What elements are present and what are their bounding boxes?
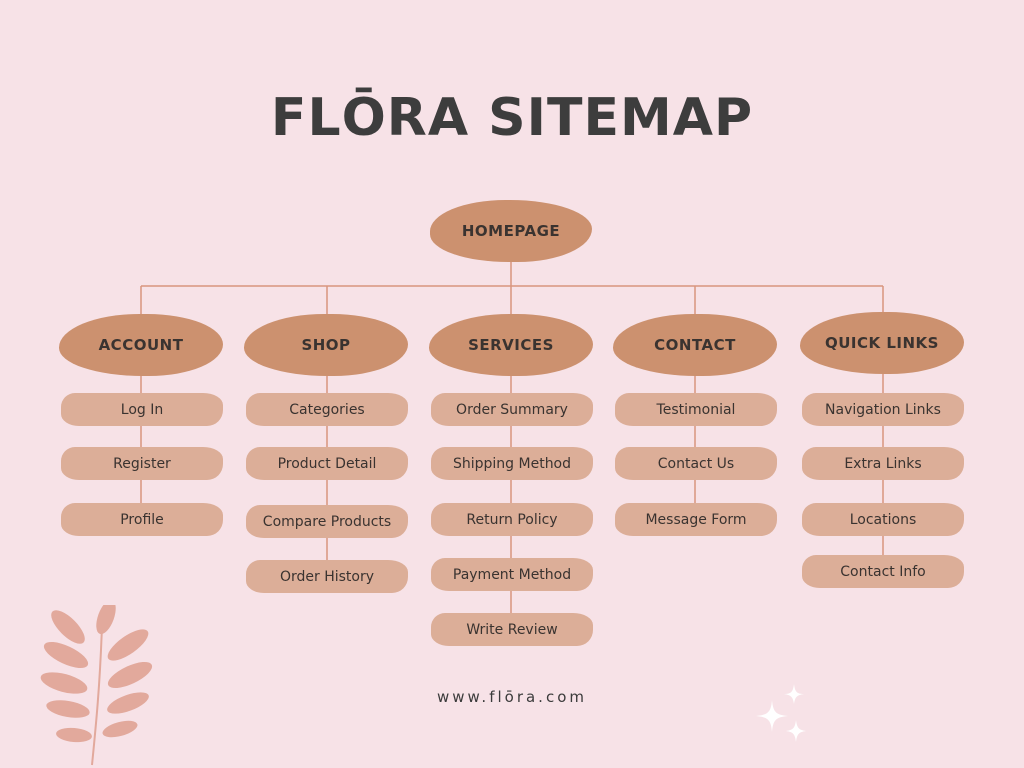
leaf-label: Locations xyxy=(849,511,917,528)
account-label: ACCOUNT xyxy=(98,336,184,354)
leaf-label: Product Detail xyxy=(277,455,377,472)
quick-links-label: QUICK LINKS xyxy=(825,334,939,352)
leaf-label: Compare Products xyxy=(262,513,392,530)
leaf-label: Shipping Method xyxy=(452,455,572,472)
services-node: SERVICES xyxy=(429,314,593,376)
leaf-log-in: Log In xyxy=(61,393,223,426)
homepage-node: HOMEPAGE xyxy=(430,200,592,262)
leaf-locations: Locations xyxy=(802,503,964,536)
leaf-write-review: Write Review xyxy=(431,613,593,646)
account-node: ACCOUNT xyxy=(59,314,223,376)
leaf-contact-info: Contact Info xyxy=(802,555,964,588)
leaf-label: Navigation Links xyxy=(825,401,941,418)
leaf-categories: Categories xyxy=(246,393,408,426)
leaf-testimonial: Testimonial xyxy=(615,393,777,426)
contact-node: CONTACT xyxy=(613,314,777,376)
leaf-label: Register xyxy=(113,455,171,472)
leaf-payment-method: Payment Method xyxy=(431,558,593,591)
leaf-extra-links: Extra Links xyxy=(802,447,964,480)
services-label: SERVICES xyxy=(468,336,554,354)
leaf-branch-icon xyxy=(40,605,153,766)
leaf-label: Return Policy xyxy=(466,511,558,528)
homepage-label: HOMEPAGE xyxy=(461,222,561,240)
leaf-order-history: Order History xyxy=(246,560,408,593)
leaf-shipping-method: Shipping Method xyxy=(431,447,593,480)
leaf-label: Categories xyxy=(289,401,365,418)
leaf-contact-us: Contact Us xyxy=(615,447,777,480)
leaf-register: Register xyxy=(61,447,223,480)
leaf-label: Contact Info xyxy=(840,563,926,580)
leaf-label: Contact Us xyxy=(657,455,735,472)
leaf-profile: Profile xyxy=(61,503,223,536)
leaf-label: Testimonial xyxy=(656,401,736,418)
shop-node: SHOP xyxy=(244,314,408,376)
leaf-order-summary: Order Summary xyxy=(431,393,593,426)
shop-label: SHOP xyxy=(301,336,351,354)
leaf-message-form: Message Form xyxy=(615,503,777,536)
contact-label: CONTACT xyxy=(654,336,736,354)
leaf-return-policy: Return Policy xyxy=(431,503,593,536)
leaf-label: Message Form xyxy=(645,511,747,528)
quick-links-node: QUICK LINKS xyxy=(800,312,964,374)
leaf-product-detail: Product Detail xyxy=(246,447,408,480)
leaf-label: Extra Links xyxy=(844,455,922,472)
leaf-label: Order Summary xyxy=(456,401,568,418)
leaf-label: Payment Method xyxy=(452,566,572,583)
leaf-navigation-links: Navigation Links xyxy=(802,393,964,426)
leaf-label: Write Review xyxy=(466,621,558,638)
sparkle-icon xyxy=(756,684,806,742)
leaf-label: Profile xyxy=(120,511,164,528)
leaf-label: Order History xyxy=(279,568,375,585)
leaf-label: Log In xyxy=(120,401,164,418)
leaf-compare-products: Compare Products xyxy=(246,505,408,538)
